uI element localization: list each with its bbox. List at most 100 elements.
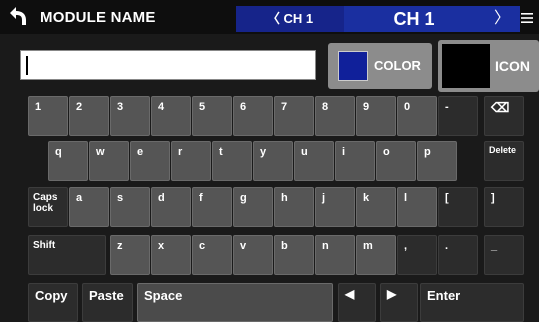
- key-g[interactable]: g: [233, 187, 273, 227]
- key-6[interactable]: 6: [233, 96, 273, 136]
- key-label: o: [383, 146, 390, 158]
- key-z[interactable]: z: [110, 235, 150, 275]
- key-label: -: [445, 101, 449, 113]
- key-e[interactable]: e: [130, 141, 170, 181]
- key-label: Caps lock: [33, 192, 58, 214]
- key-3[interactable]: 3: [110, 96, 150, 136]
- key-label: g: [240, 192, 247, 204]
- key-hyphen[interactable]: -: [438, 96, 478, 136]
- back-arrow-icon[interactable]: [6, 4, 30, 28]
- key-label: p: [424, 146, 431, 158]
- next-channel-button[interactable]: 〉: [484, 6, 520, 32]
- key-d[interactable]: d: [151, 187, 191, 227]
- key-u[interactable]: u: [294, 141, 334, 181]
- key-8[interactable]: 8: [315, 96, 355, 136]
- key-right-bracket[interactable]: ]: [484, 187, 524, 227]
- key-label: f: [199, 192, 203, 204]
- key-label: t: [219, 146, 223, 158]
- key-label: Paste: [89, 288, 124, 303]
- arrow-left-icon: ◀: [345, 287, 355, 301]
- icon-button[interactable]: ICON: [438, 40, 539, 92]
- key-label: n: [322, 240, 329, 252]
- copy-button[interactable]: Copy: [28, 283, 78, 322]
- key-label: u: [301, 146, 308, 158]
- key-2[interactable]: 2: [69, 96, 109, 136]
- key-label: a: [76, 192, 83, 204]
- cursor-left-button[interactable]: ◀: [338, 283, 376, 322]
- key-9[interactable]: 9: [356, 96, 396, 136]
- icon-button-label: ICON: [495, 58, 530, 74]
- key-caps-lock[interactable]: Caps lock: [28, 187, 68, 227]
- key-label: w: [96, 146, 105, 158]
- backspace-icon: ⌫: [491, 100, 510, 115]
- current-channel-label: CH 1: [393, 9, 435, 29]
- paste-button[interactable]: Paste: [82, 283, 133, 322]
- key-label: 8: [322, 101, 329, 113]
- key-0[interactable]: 0: [397, 96, 437, 136]
- key-c[interactable]: c: [192, 235, 232, 275]
- key-label: 5: [199, 101, 206, 113]
- key-label: 1: [35, 101, 42, 113]
- key-5[interactable]: 5: [192, 96, 232, 136]
- key-h[interactable]: h: [274, 187, 314, 227]
- color-swatch: [338, 51, 368, 81]
- key-4[interactable]: 4: [151, 96, 191, 136]
- enter-button[interactable]: Enter: [420, 283, 524, 322]
- key-p[interactable]: p: [417, 141, 457, 181]
- key-underscore[interactable]: _: [484, 235, 524, 275]
- key-o[interactable]: o: [376, 141, 416, 181]
- color-button[interactable]: COLOR: [328, 43, 432, 89]
- key-space[interactable]: Space: [137, 283, 333, 322]
- key-label: x: [158, 240, 165, 252]
- key-period[interactable]: .: [438, 235, 478, 275]
- previous-channel-button[interactable]: 〈 CH 1: [236, 6, 344, 32]
- key-label: e: [137, 146, 144, 158]
- key-i[interactable]: i: [335, 141, 375, 181]
- page-title: MODULE NAME: [40, 9, 156, 26]
- key-comma[interactable]: ,: [397, 235, 437, 275]
- key-backspace[interactable]: ⌫: [484, 96, 524, 136]
- key-label: [: [445, 192, 449, 204]
- key-w[interactable]: w: [89, 141, 129, 181]
- key-label: v: [240, 240, 247, 252]
- key-x[interactable]: x: [151, 235, 191, 275]
- key-j[interactable]: j: [315, 187, 355, 227]
- header-bar: MODULE NAME 〈 CH 1 CH 1 〉: [0, 0, 539, 34]
- key-v[interactable]: v: [233, 235, 273, 275]
- key-label: s: [117, 192, 124, 204]
- key-f[interactable]: f: [192, 187, 232, 227]
- key-label: 4: [158, 101, 165, 113]
- key-q[interactable]: q: [48, 141, 88, 181]
- key-t[interactable]: t: [212, 141, 252, 181]
- key-label: .: [445, 240, 449, 252]
- key-n[interactable]: n: [315, 235, 355, 275]
- key-label: y: [260, 146, 267, 158]
- key-delete[interactable]: Delete: [484, 141, 524, 181]
- key-label: r: [178, 146, 183, 158]
- key-7[interactable]: 7: [274, 96, 314, 136]
- key-label: Space: [144, 288, 183, 303]
- cursor-right-button[interactable]: ▶: [380, 283, 418, 322]
- key-label: h: [281, 192, 288, 204]
- key-m[interactable]: m: [356, 235, 396, 275]
- key-left-bracket[interactable]: [: [438, 187, 478, 227]
- module-name-input[interactable]: [20, 50, 316, 80]
- key-y[interactable]: y: [253, 141, 293, 181]
- key-s[interactable]: s: [110, 187, 150, 227]
- key-k[interactable]: k: [356, 187, 396, 227]
- key-label: q: [55, 146, 62, 158]
- key-b[interactable]: b: [274, 235, 314, 275]
- key-label: j: [322, 192, 326, 204]
- arrow-right-icon: ▶: [387, 287, 397, 301]
- key-1[interactable]: 1: [28, 96, 68, 136]
- key-label: Shift: [33, 240, 56, 251]
- key-r[interactable]: r: [171, 141, 211, 181]
- key-l[interactable]: l: [397, 187, 437, 227]
- key-label: Delete: [489, 145, 517, 155]
- key-a[interactable]: a: [69, 187, 109, 227]
- key-label: 7: [281, 101, 288, 113]
- text-caret: [26, 56, 28, 75]
- key-shift[interactable]: Shift: [28, 235, 106, 275]
- menu-icon[interactable]: [520, 10, 534, 26]
- key-label: 2: [76, 101, 83, 113]
